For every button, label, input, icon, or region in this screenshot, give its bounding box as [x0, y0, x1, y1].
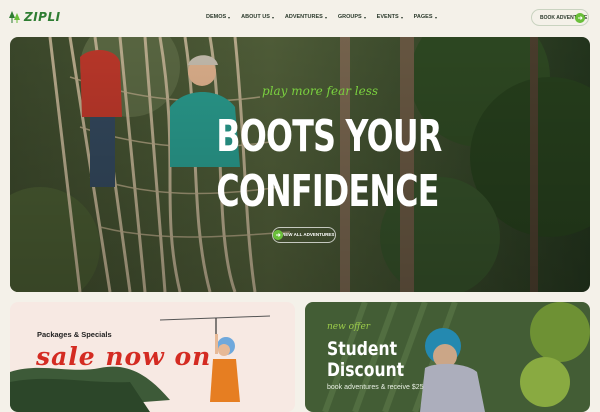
- view-all-adventures-label: VIEW ALL ADVENTURES: [281, 232, 335, 237]
- top-navigation: ZIPLI DEMOS ABOUT US ADVENTURES GROUPS E…: [0, 0, 600, 36]
- title-line-1: Student: [327, 338, 398, 360]
- student-discount-title: Student Discount: [327, 339, 404, 381]
- nav-item-events[interactable]: EVENTS: [377, 14, 403, 20]
- book-adventure-button[interactable]: BOOK ADVENTURE: [531, 9, 589, 26]
- nav-item-label: ADVENTURES: [284, 14, 323, 20]
- offer-subtitle: book adventures & receive $25: [327, 384, 424, 391]
- nav-item-demos[interactable]: DEMOS: [206, 14, 231, 20]
- tree-logo-icon: [9, 11, 20, 23]
- hero-banner: play more fear less BOOTS YOUR CONFIDENC…: [10, 37, 590, 292]
- headline-line-1: BOOTS YOUR: [216, 111, 442, 162]
- student-discount-card[interactable]: new offer Student Discount book adventur…: [305, 302, 590, 412]
- nav-item-label: EVENTS: [376, 14, 399, 20]
- chevron-down-icon: [400, 16, 403, 19]
- chevron-down-icon: [324, 16, 327, 19]
- nav-item-pages[interactable]: PAGES: [414, 14, 437, 20]
- nav-item-label: PAGES: [413, 14, 433, 20]
- chevron-down-icon: [228, 16, 231, 19]
- nav-item-label: ABOUT US: [241, 14, 270, 20]
- brand-name: ZIPLI: [24, 10, 61, 24]
- hero-tagline: play more fear less: [262, 84, 379, 98]
- sale-script-text: sale now on: [36, 342, 212, 371]
- nav-item-adventures[interactable]: ADVENTURES: [285, 14, 327, 20]
- arrow-right-icon: [575, 13, 585, 23]
- packages-specials-card[interactable]: Packages & Specials sale now on: [10, 302, 295, 412]
- logo[interactable]: ZIPLI: [9, 10, 61, 24]
- offer-kicker: new offer: [327, 322, 371, 332]
- packages-title: Packages & Specials: [37, 330, 112, 339]
- nav-item-label: DEMOS: [206, 14, 227, 20]
- nav-item-about-us[interactable]: ABOUT US: [241, 14, 274, 20]
- view-all-adventures-button[interactable]: VIEW ALL ADVENTURES: [272, 227, 336, 243]
- hero-headline: BOOTS YOUR CONFIDENCE: [216, 109, 442, 219]
- chevron-down-icon: [363, 16, 366, 19]
- nav-item-groups[interactable]: GROUPS: [338, 14, 366, 20]
- chevron-down-icon: [271, 16, 274, 19]
- nav-item-label: GROUPS: [337, 14, 362, 20]
- main-menu: DEMOS ABOUT US ADVENTURES GROUPS EVENTS …: [206, 14, 448, 20]
- title-line-2: Discount: [327, 359, 405, 381]
- arrow-right-icon: [273, 230, 283, 240]
- headline-line-2: CONFIDENCE: [216, 166, 439, 217]
- chevron-down-icon: [434, 16, 437, 19]
